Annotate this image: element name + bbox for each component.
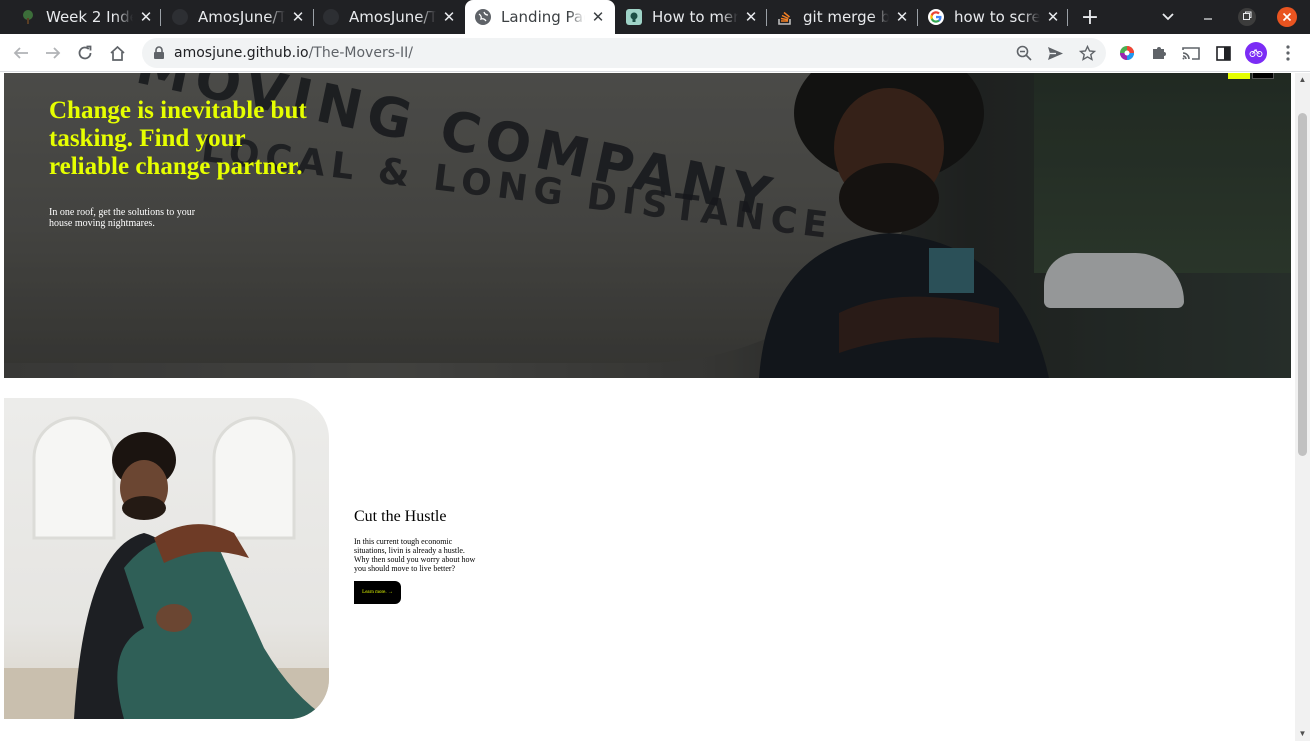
color-wheel-icon: [1120, 46, 1134, 60]
hero-section: MOVING COMPANY LOCAL & LONG DISTANCE Cha…: [4, 73, 1291, 378]
scrollbar-thumb[interactable]: [1298, 113, 1307, 456]
github-icon: [323, 9, 339, 25]
back-button[interactable]: [6, 38, 36, 68]
swatch-black[interactable]: [1252, 73, 1274, 79]
tab-google-search[interactable]: how to screenshot ✕: [928, 0, 1062, 34]
tab-title: how to screenshot: [954, 8, 1040, 26]
restore-button[interactable]: [1236, 0, 1258, 34]
close-window-icon: [1277, 7, 1297, 27]
reload-icon: [78, 45, 92, 60]
learn-more-button[interactable]: Learn more. →: [354, 581, 401, 604]
tab-search-button[interactable]: [1156, 0, 1180, 34]
avatar: [1245, 42, 1267, 64]
feature-description: In this current tough economic situation…: [354, 537, 476, 573]
minimize-icon: [1204, 18, 1212, 20]
tab-week2[interactable]: Week 2 Independent ✕: [20, 0, 155, 34]
minimize-button[interactable]: [1196, 0, 1220, 34]
lightbulb-icon: [626, 9, 642, 25]
url-text: amosjune.github.io/The-Movers-II/: [174, 38, 413, 68]
close-icon[interactable]: ✕: [137, 8, 155, 26]
close-icon[interactable]: ✕: [742, 8, 760, 26]
theme-swatches[interactable]: [1228, 73, 1274, 79]
close-icon[interactable]: ✕: [589, 8, 607, 26]
new-tab-button[interactable]: +: [1078, 0, 1102, 34]
extensions-button[interactable]: [1144, 38, 1174, 68]
mover-with-chair-photo: [4, 416, 329, 719]
address-bar[interactable]: amosjune.github.io/The-Movers-II/: [142, 38, 1106, 68]
lock-icon: [154, 46, 164, 59]
tree-icon: [20, 9, 36, 25]
restore-icon: [1238, 8, 1256, 26]
plus-icon: +: [1080, 4, 1100, 30]
side-panel-button[interactable]: [1208, 38, 1238, 68]
tab-title: Week 2 Independent: [46, 8, 133, 26]
tab-how-to-merge[interactable]: How to merge ✕: [626, 0, 760, 34]
tab-github-1[interactable]: AmosJune/The-Movers-II ✕: [172, 0, 307, 34]
zoom-out-icon: [1016, 45, 1032, 61]
menu-button[interactable]: [1273, 38, 1303, 68]
close-icon[interactable]: ✕: [440, 8, 458, 26]
feature-title: Cut the Hustle: [354, 508, 447, 525]
page-viewport: MOVING COMPANY LOCAL & LONG DISTANCE Cha…: [0, 73, 1295, 741]
bookmark-button[interactable]: [1072, 38, 1102, 68]
back-arrow-icon: [13, 47, 28, 59]
close-icon[interactable]: ✕: [1044, 8, 1062, 26]
feature-image: [4, 398, 329, 719]
zoom-button[interactable]: [1009, 38, 1039, 68]
side-panel-icon: [1215, 45, 1231, 61]
url-host: amosjune.github.io: [174, 45, 309, 61]
hero-title: Change is inevitable but tasking. Find y…: [49, 97, 307, 180]
tab-landing-page[interactable]: Landing Page ✕: [465, 0, 615, 34]
chevron-down-icon: [1162, 13, 1174, 21]
kebab-menu-icon: [1286, 45, 1290, 61]
forward-button[interactable]: [38, 38, 68, 68]
globe-icon: [475, 9, 491, 25]
puzzle-icon: [1153, 47, 1166, 59]
google-icon: [928, 9, 944, 25]
tab-separator: [1067, 9, 1068, 26]
tab-title: How to merge: [652, 8, 738, 26]
swatch-yellow[interactable]: [1228, 73, 1250, 79]
tab-strip: Week 2 Independent ✕ AmosJune/The-Movers…: [0, 0, 1310, 34]
reload-button[interactable]: [70, 38, 100, 68]
tab-separator: [313, 9, 314, 26]
send-icon: [1047, 46, 1063, 60]
home-button[interactable]: [102, 38, 132, 68]
share-button[interactable]: [1040, 38, 1070, 68]
browser-toolbar: amosjune.github.io/The-Movers-II/: [0, 34, 1310, 72]
tab-git-merge[interactable]: git merge branch ✕: [777, 0, 911, 34]
close-icon[interactable]: ✕: [893, 8, 911, 26]
tab-title: git merge branch: [803, 8, 889, 26]
url-path: /The-Movers-II/: [308, 45, 414, 61]
color-extension-button[interactable]: [1112, 38, 1142, 68]
cast-button[interactable]: [1176, 38, 1206, 68]
close-icon[interactable]: ✕: [289, 8, 307, 26]
forward-arrow-icon: [46, 47, 61, 59]
tab-title: Landing Page: [501, 8, 585, 26]
profile-button[interactable]: [1241, 38, 1271, 68]
tab-separator: [766, 9, 767, 26]
tab-separator: [917, 9, 918, 26]
close-window-button[interactable]: [1276, 0, 1298, 34]
github-icon: [172, 9, 188, 25]
tab-separator: [160, 9, 161, 26]
tab-title: AmosJune/The-Movers-II: [198, 8, 285, 26]
tab-github-2[interactable]: AmosJune/The-Movers-II ✕: [323, 0, 458, 34]
page-scrollbar[interactable]: ▲ ▼: [1295, 73, 1310, 741]
home-icon: [109, 45, 125, 61]
avatar-glyph-icon: [1249, 49, 1263, 57]
scroll-down-icon[interactable]: ▼: [1295, 727, 1310, 741]
cast-icon: [1182, 46, 1200, 60]
scroll-up-icon[interactable]: ▲: [1295, 73, 1310, 87]
star-icon: [1078, 44, 1096, 61]
stackoverflow-icon: [777, 9, 793, 25]
hero-subtitle: In one roof, get the solutions to your h…: [49, 207, 196, 229]
tab-title: AmosJune/The-Movers-II: [349, 8, 436, 26]
